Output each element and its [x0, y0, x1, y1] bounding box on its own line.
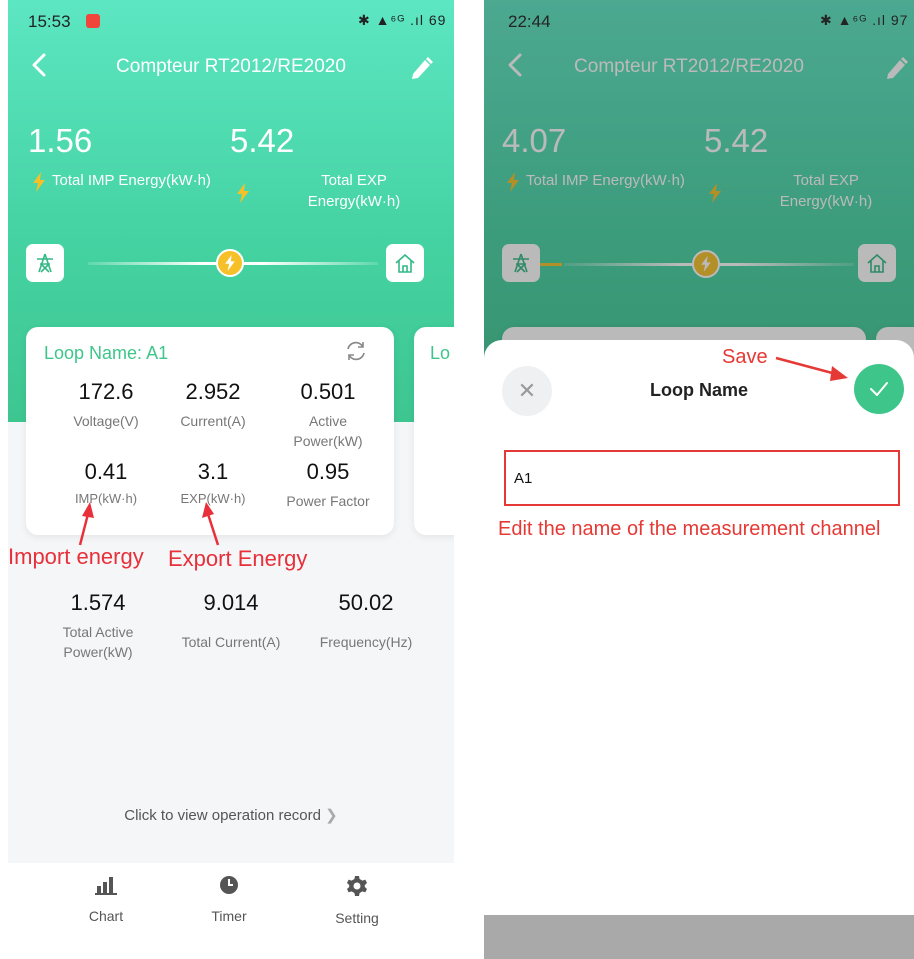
total-current-label: Total Current(A): [181, 634, 281, 650]
tab-setting-label: Setting: [335, 910, 379, 926]
total-active-power-value: 1.574: [70, 590, 126, 615]
clock-icon: [220, 876, 238, 894]
tab-timer-label: Timer: [211, 908, 247, 924]
frequency-label: Frequency(Hz): [319, 634, 413, 650]
import-energy-annotation: Import energy: [8, 544, 144, 569]
tab-timer[interactable]: Timer: [184, 875, 274, 924]
right-phone-screen: 22:44 ✱ ▲⁶ᴳ .ıl 97 Compteur RT2012/RE202…: [484, 0, 914, 959]
total-current: 9.014 Total Current(A): [166, 590, 296, 652]
left-phone-screen: 15:53 ✱ ▲⁶ᴳ .ıl 69 Compteur RT2012/RE202…: [8, 0, 454, 959]
checkmark-icon: [870, 382, 888, 396]
total-active-power-label: Total Active Power(kW): [62, 624, 134, 660]
tab-setting[interactable]: Setting: [312, 875, 402, 926]
bottom-dim-strip: [484, 915, 914, 959]
bar-chart-icon: [95, 877, 117, 895]
tab-chart-label: Chart: [88, 908, 124, 924]
edit-name-annotation: Edit the name of the measurement channel: [498, 518, 881, 540]
save-annotation: Save: [722, 346, 768, 368]
frequency-value: 50.02: [338, 590, 394, 615]
loop-name-input[interactable]: [504, 450, 900, 506]
save-annotation-arrow: [775, 356, 848, 381]
export-energy-annotation: Export Energy: [168, 546, 308, 571]
frequency: 50.02 Frequency(Hz): [306, 590, 426, 652]
loop-name-dialog: ✕ Loop Name: [484, 340, 914, 915]
total-active-power: 1.574 Total Active Power(kW): [38, 590, 158, 662]
bottom-tab-bar: Chart Timer Setting: [8, 863, 454, 959]
tab-chart[interactable]: Chart: [61, 875, 151, 924]
annotation-arrows: [78, 502, 220, 546]
operation-record-link[interactable]: Click to view operation record ❯: [8, 806, 454, 824]
chevron-right-icon: ❯: [325, 807, 338, 824]
operation-record-text: Click to view operation record: [124, 807, 321, 824]
gear-icon: [347, 876, 367, 896]
total-current-value: 9.014: [203, 590, 259, 615]
